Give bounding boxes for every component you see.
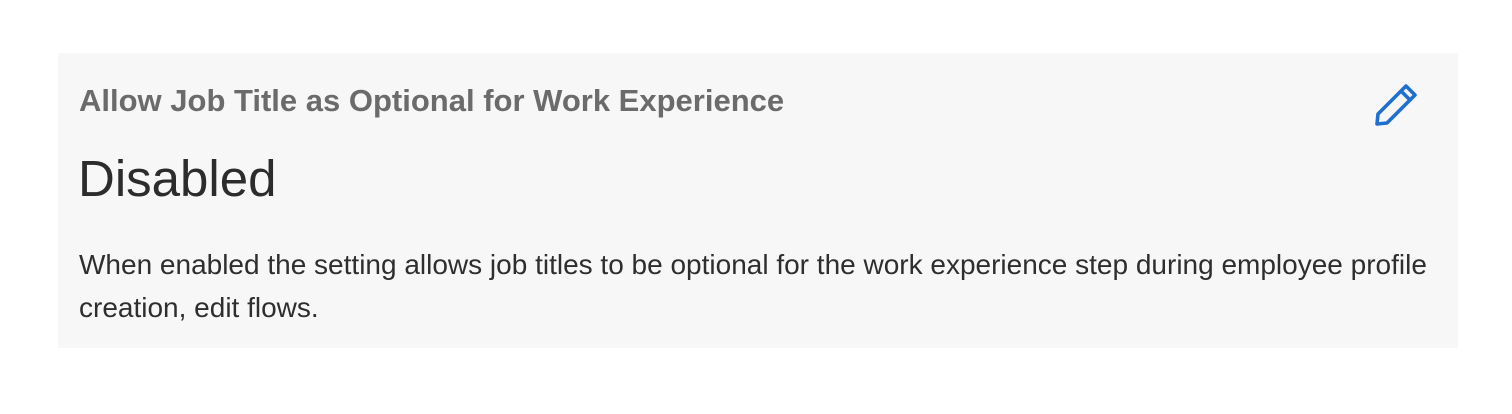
setting-title: Allow Job Title as Optional for Work Exp… [79, 83, 785, 118]
edit-button[interactable] [1370, 79, 1422, 131]
pencil-icon [1372, 81, 1420, 129]
setting-value: Disabled [78, 150, 277, 207]
setting-card: Allow Job Title as Optional for Work Exp… [58, 53, 1458, 348]
setting-description: When enabled the setting allows job titl… [79, 249, 1427, 323]
